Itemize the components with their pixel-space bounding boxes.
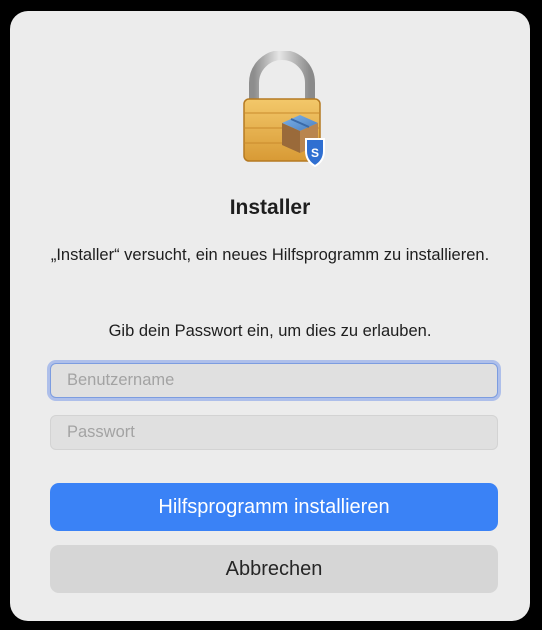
cancel-button[interactable]: Abbrechen — [50, 545, 498, 593]
svg-text:S: S — [311, 146, 319, 160]
dialog-message: „Installer“ versucht, ein neues Hilfspro… — [50, 246, 490, 264]
dialog-title: Installer — [229, 196, 311, 219]
screen-frame: S Installer „Installer“ versucht, ein ne… — [0, 0, 542, 630]
password-input[interactable] — [50, 415, 498, 450]
username-input[interactable] — [50, 363, 498, 398]
password-prompt: Gib dein Passwort ein, um dies zu erlaub… — [108, 322, 432, 340]
install-helper-button[interactable]: Hilfsprogramm installieren — [50, 483, 498, 531]
shield-badge-icon: S — [305, 138, 325, 168]
auth-dialog: S Installer „Installer“ versucht, ein ne… — [10, 11, 530, 621]
lock-package-icon: S — [243, 51, 325, 168]
